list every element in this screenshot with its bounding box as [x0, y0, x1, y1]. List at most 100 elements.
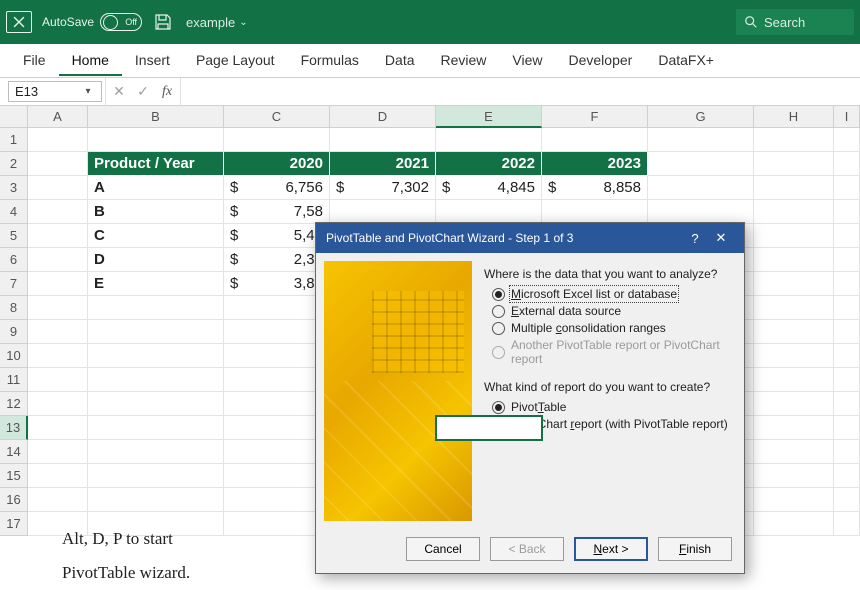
row-header[interactable]: 10 [0, 344, 28, 368]
cancel-formula-icon[interactable]: ✕ [110, 83, 128, 100]
cell[interactable] [28, 320, 88, 344]
row-header[interactable]: 17 [0, 512, 28, 536]
tab-datafx[interactable]: DataFX+ [645, 45, 727, 76]
cell[interactable] [754, 176, 834, 200]
tab-page-layout[interactable]: Page Layout [183, 45, 288, 76]
cell[interactable] [436, 200, 542, 224]
cell[interactable] [834, 200, 860, 224]
cell[interactable] [28, 128, 88, 152]
cell[interactable] [834, 320, 860, 344]
cell[interactable] [754, 128, 834, 152]
cell[interactable] [834, 368, 860, 392]
row-header[interactable]: 4 [0, 200, 28, 224]
cell[interactable] [834, 344, 860, 368]
col-header[interactable]: E [436, 106, 542, 128]
cell[interactable] [648, 128, 754, 152]
row-header[interactable]: 13 [0, 416, 28, 440]
radio-option[interactable]: Microsoft Excel list or database [492, 287, 732, 301]
cell[interactable] [834, 440, 860, 464]
cell[interactable] [834, 464, 860, 488]
cell[interactable]: $8,858 [542, 176, 648, 200]
tab-formulas[interactable]: Formulas [288, 45, 372, 76]
cell[interactable] [28, 488, 88, 512]
cell[interactable]: $7,302 [330, 176, 436, 200]
cell[interactable] [834, 512, 860, 536]
cell[interactable] [754, 512, 834, 536]
cell[interactable] [28, 416, 88, 440]
formula-input[interactable] [180, 78, 860, 105]
help-button[interactable]: ? [682, 231, 708, 246]
cell[interactable] [436, 416, 542, 440]
cell[interactable] [834, 152, 860, 176]
row-header[interactable]: 14 [0, 440, 28, 464]
cell[interactable]: B [88, 200, 224, 224]
cell[interactable]: 2023 [542, 152, 648, 176]
tab-insert[interactable]: Insert [122, 45, 183, 76]
cell[interactable] [648, 176, 754, 200]
cell[interactable]: E [88, 272, 224, 296]
cell[interactable] [834, 224, 860, 248]
cell[interactable] [28, 440, 88, 464]
cell[interactable]: 2021 [330, 152, 436, 176]
cell[interactable] [224, 128, 330, 152]
cell[interactable] [88, 128, 224, 152]
cell[interactable] [88, 368, 224, 392]
cell[interactable]: C [88, 224, 224, 248]
tab-data[interactable]: Data [372, 45, 428, 76]
col-header[interactable]: G [648, 106, 754, 128]
cell[interactable] [330, 128, 436, 152]
cell[interactable] [754, 368, 834, 392]
cell[interactable] [754, 464, 834, 488]
cell[interactable] [834, 296, 860, 320]
col-header[interactable]: C [224, 106, 330, 128]
cell[interactable] [754, 488, 834, 512]
row-header[interactable]: 5 [0, 224, 28, 248]
radio-option[interactable]: PivotTable [492, 400, 732, 414]
col-header[interactable]: D [330, 106, 436, 128]
cell[interactable] [436, 128, 542, 152]
fx-icon[interactable]: fx [158, 84, 176, 100]
cell[interactable] [28, 248, 88, 272]
row-header[interactable]: 9 [0, 320, 28, 344]
cell[interactable] [88, 464, 224, 488]
row-header[interactable]: 12 [0, 392, 28, 416]
tab-review[interactable]: Review [428, 45, 500, 76]
row-header[interactable]: 8 [0, 296, 28, 320]
cell[interactable]: $6,756 [224, 176, 330, 200]
cell[interactable] [754, 416, 834, 440]
autosave-toggle[interactable]: Off [100, 13, 142, 31]
cell[interactable]: $4,845 [436, 176, 542, 200]
cell[interactable] [28, 152, 88, 176]
col-header[interactable]: B [88, 106, 224, 128]
cell[interactable]: A [88, 176, 224, 200]
row-header[interactable]: 16 [0, 488, 28, 512]
cell[interactable] [754, 152, 834, 176]
cell[interactable] [754, 296, 834, 320]
cell[interactable] [28, 272, 88, 296]
cell[interactable] [754, 272, 834, 296]
cell[interactable] [88, 416, 224, 440]
cell[interactable] [28, 344, 88, 368]
cell[interactable]: $7,58 [224, 200, 330, 224]
cell[interactable] [28, 176, 88, 200]
dialog-titlebar[interactable]: PivotTable and PivotChart Wizard - Step … [316, 223, 744, 253]
cell[interactable] [28, 296, 88, 320]
finish-button[interactable]: Finish [658, 537, 732, 561]
col-header[interactable]: I [834, 106, 860, 128]
next-button[interactable]: Next > [574, 537, 648, 561]
cell[interactable] [834, 176, 860, 200]
cell[interactable] [754, 224, 834, 248]
cell[interactable] [834, 248, 860, 272]
radio-option[interactable]: External data source [492, 304, 732, 318]
cell[interactable] [834, 488, 860, 512]
select-all-corner[interactable] [0, 106, 28, 128]
cell[interactable] [754, 344, 834, 368]
cell[interactable] [28, 392, 88, 416]
tab-developer[interactable]: Developer [556, 45, 646, 76]
cell[interactable] [88, 440, 224, 464]
cell[interactable] [330, 200, 436, 224]
col-header[interactable]: H [754, 106, 834, 128]
cell[interactable] [542, 200, 648, 224]
cell[interactable] [834, 416, 860, 440]
tab-file[interactable]: File [10, 45, 59, 76]
